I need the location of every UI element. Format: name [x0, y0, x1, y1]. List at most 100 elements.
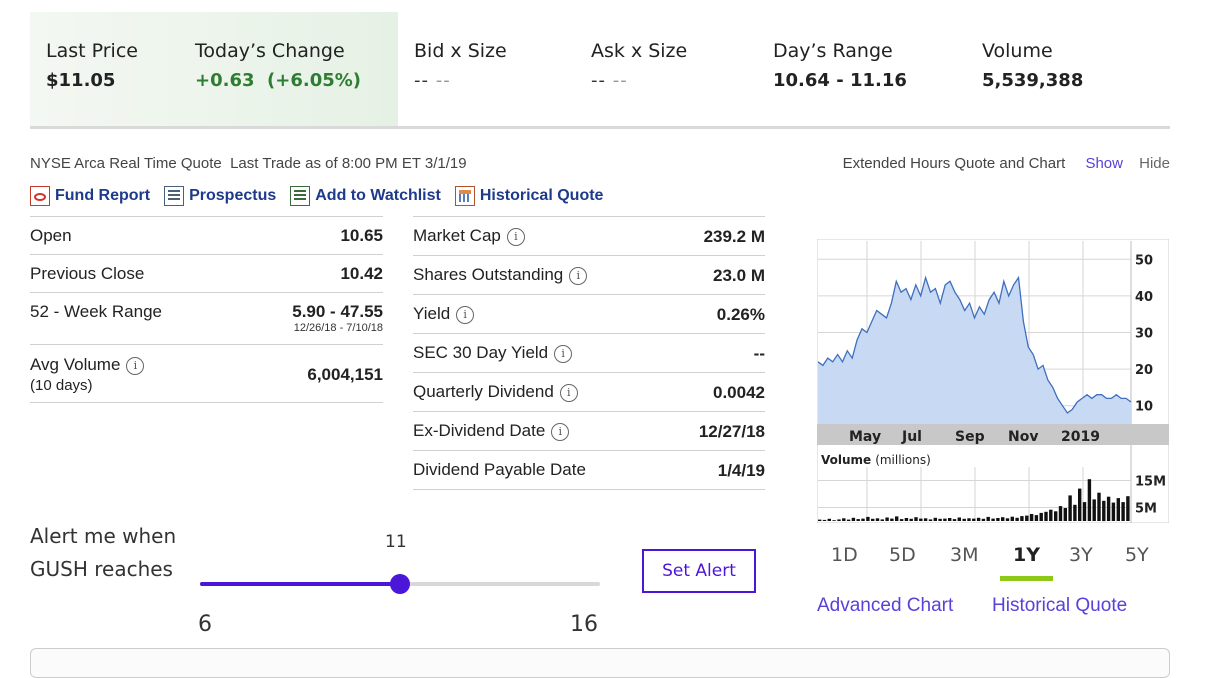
volume-bar: [1058, 506, 1063, 521]
tab-5y[interactable]: 5Y: [1125, 544, 1149, 566]
stat-subvalue: 12/26/18 - 7/10/18: [293, 322, 383, 334]
info-icon[interactable]: i: [126, 356, 145, 375]
info-icon[interactable]: i: [569, 266, 588, 285]
tab-1y[interactable]: 1Y: [1013, 544, 1040, 566]
set-alert-button[interactable]: Set Alert: [642, 549, 756, 593]
volume-bar: [856, 519, 860, 521]
volume-bar: [962, 518, 966, 521]
prospectus-link[interactable]: Prospectus: [164, 186, 276, 206]
y-tick-label: 20: [1135, 363, 1153, 378]
stat-label: Yield i: [413, 304, 475, 324]
chart-historical-quote-link[interactable]: Historical Quote: [992, 595, 1127, 617]
ex-dividend-date-label: Ex-Dividend Date: [413, 421, 546, 440]
volume-bar: [938, 518, 942, 521]
bid-size-label: Bid x Size: [414, 40, 507, 62]
table-row: SEC 30 Day Yield i --: [413, 334, 765, 373]
stat-label: Previous Close: [30, 264, 145, 283]
info-icon[interactable]: i: [456, 305, 475, 324]
alert-price-slider[interactable]: [200, 574, 600, 594]
slider-fill: [200, 582, 400, 586]
ask-size-label: Ask x Size: [591, 40, 688, 62]
stat-value: 6,004,151: [307, 365, 383, 384]
table-row: Dividend Payable Date 1/4/19: [413, 451, 765, 490]
volume-bar: [1054, 511, 1058, 521]
volume-bar: [923, 518, 928, 521]
price-chart[interactable]: 50 40 30 20 10 May Jul Sep Nov 2019 Volume (milli…: [817, 239, 1169, 523]
slider-current-value: 11: [385, 532, 407, 552]
stat-label: Dividend Payable Date: [413, 460, 586, 479]
stat-label: Open: [30, 226, 72, 245]
table-row: Open 10.65: [30, 216, 383, 255]
fund-report-link[interactable]: Fund Report: [30, 186, 150, 206]
table-row: Ex-Dividend Date i 12/27/18: [413, 412, 765, 451]
volume-bar: [1068, 495, 1072, 521]
volume-bar: [1106, 496, 1111, 521]
days-range-cell: Day’s Range 10.64 - 11.16: [773, 40, 907, 91]
last-price-label: Last Price: [46, 40, 138, 62]
tab-1d[interactable]: 1D: [831, 544, 858, 566]
quote-bar-divider: [30, 126, 1170, 129]
table-row: Avg Volume i (10 days) 6,004,151: [30, 345, 383, 403]
yield-label: Yield: [413, 304, 451, 323]
slider-max-label: 16: [570, 612, 598, 637]
volume-bar: [909, 518, 913, 521]
stat-value: 10.42: [340, 264, 383, 283]
x-tick-label: 2019: [1061, 429, 1100, 445]
volume-bar: [991, 518, 995, 521]
stat-value: 5.90 - 47.55: [292, 302, 383, 321]
volume-bar: [837, 519, 841, 521]
info-icon[interactable]: i: [506, 227, 525, 246]
x-tick-label: May: [849, 429, 881, 445]
historical-quote-link[interactable]: Historical Quote: [454, 186, 603, 206]
advanced-chart-link[interactable]: Advanced Chart: [817, 595, 953, 617]
volume-bar: [904, 518, 909, 521]
volume-bar: [842, 518, 846, 521]
tab-5d[interactable]: 5D: [889, 544, 916, 566]
y-tick-label: 5M: [1135, 502, 1157, 517]
volume-bar: [1044, 511, 1048, 521]
ask-size-cell: Ask x Size -- --: [591, 40, 687, 91]
volume-bar: [914, 517, 918, 521]
stat-label: Quarterly Dividend i: [413, 382, 578, 402]
show-extended-link[interactable]: Show: [1085, 155, 1123, 172]
info-icon[interactable]: i: [559, 383, 578, 402]
shares-outstanding-label: Shares Outstanding: [413, 265, 564, 284]
y-tick-label: 40: [1135, 290, 1153, 305]
volume-cell: Volume 5,539,388: [982, 40, 1083, 91]
table-row: Shares Outstanding i 23.0 M: [413, 256, 765, 295]
tab-3y[interactable]: 3Y: [1069, 544, 1093, 566]
info-icon[interactable]: i: [554, 344, 573, 363]
volume-bar: [827, 518, 831, 521]
chart-range-tabs: 1D 5D 3M 1Y 3Y 5Y: [817, 544, 1169, 584]
fund-report-label: Fund Report: [55, 187, 151, 204]
volume-bar: [1102, 500, 1106, 522]
volume-bar: [1078, 488, 1082, 521]
add-to-watchlist-link[interactable]: Add to Watchlist: [290, 186, 441, 206]
volume-bar: [1092, 499, 1096, 521]
tab-3m[interactable]: 3M: [950, 544, 978, 566]
hide-extended-link[interactable]: Hide: [1139, 155, 1170, 172]
ask-size: --: [612, 70, 628, 91]
volume-bar: [818, 519, 822, 521]
volume-bar: [996, 518, 1000, 521]
volume-bar: [957, 517, 961, 521]
stat-value: 12/27/18: [698, 422, 765, 441]
slider-handle[interactable]: [390, 574, 410, 594]
sec-yield-label: SEC 30 Day Yield: [413, 343, 549, 362]
info-icon[interactable]: i: [551, 422, 570, 441]
table-row: 52 - Week Range 5.90 - 47.55 12/26/18 - …: [30, 293, 383, 345]
volume-bar: [1116, 498, 1120, 521]
volume-title-unit: (millions): [875, 453, 931, 467]
volume-bar: [952, 519, 957, 521]
volume-label: Volume: [982, 40, 1053, 62]
volume-bar: [976, 517, 981, 521]
volume-bar: [1034, 515, 1039, 521]
quarterly-dividend-label: Quarterly Dividend: [413, 382, 554, 401]
y-tick-label: 50: [1135, 253, 1153, 268]
bottom-panel: [30, 648, 1170, 678]
avg-volume-label: Avg Volume: [30, 355, 121, 374]
y-tick-label: 10: [1135, 400, 1153, 415]
extended-hours-label: Extended Hours Quote and Chart: [842, 155, 1066, 172]
volume-bar: [1029, 514, 1034, 521]
stat-value: 0.0042: [713, 383, 765, 402]
